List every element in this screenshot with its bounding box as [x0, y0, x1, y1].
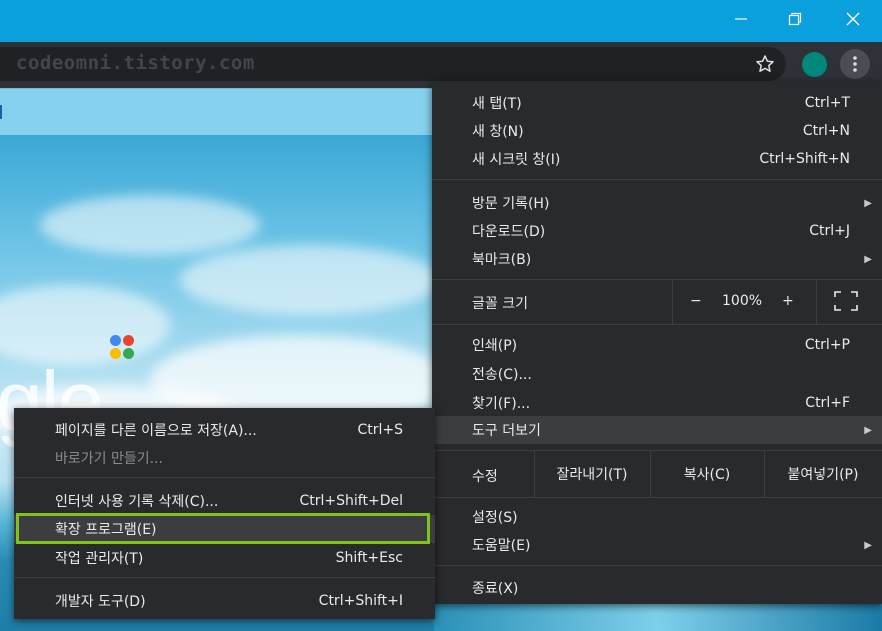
fullscreen-icon — [834, 291, 858, 311]
zoom-divider — [816, 280, 817, 324]
chrome-main-menu: 새 탭(T) Ctrl+T 새 창(N) Ctrl+N 새 시크릿 창(I) C… — [432, 81, 882, 604]
menu-item-new-incognito[interactable]: 새 시크릿 창(I) Ctrl+Shift+N — [432, 145, 882, 173]
menu-item-label: 다운로드(D) — [472, 224, 546, 240]
menu-item-new-tab[interactable]: 새 탭(T) Ctrl+T — [432, 89, 882, 117]
zoom-out-button[interactable]: − — [690, 293, 702, 309]
minimize-icon — [735, 18, 747, 20]
bookmark-star-button[interactable] — [752, 47, 778, 81]
zoom-label: 글꼴 크기 — [472, 296, 528, 312]
zoom-row: 글꼴 크기 − 100% + — [432, 280, 882, 324]
menu-item-label: 페이지를 다른 이름으로 저장(A)... — [55, 423, 257, 439]
menu-item-label: 인터넷 사용 기록 삭제(C)... — [55, 494, 219, 510]
apps-icon[interactable] — [110, 335, 136, 361]
menu-item-history[interactable]: 방문 기록(H) ▶ — [432, 189, 882, 217]
url-text: codeomni.tistory.com — [16, 52, 255, 74]
menu-item-shortcut: Ctrl+S — [357, 422, 403, 438]
menu-item-shortcut: Ctrl+P — [804, 337, 850, 353]
submenu-item-clear-browsing-data[interactable]: 인터넷 사용 기록 삭제(C)... Ctrl+Shift+Del — [14, 487, 435, 515]
zoom-divider — [672, 280, 673, 324]
submenu-arrow-icon: ▶ — [864, 539, 872, 551]
cloud — [40, 195, 260, 255]
cloud — [180, 245, 434, 315]
menu-item-cast[interactable]: 전송(C)... — [432, 360, 882, 388]
kebab-menu-icon — [853, 56, 857, 72]
menu-item-label: 도구 더보기 — [472, 423, 541, 439]
close-icon — [846, 12, 860, 26]
submenu-item-save-page[interactable]: 페이지를 다른 이름으로 저장(A)... Ctrl+S — [14, 416, 435, 444]
bookmark-edge — [0, 105, 2, 119]
zoom-in-button[interactable]: + — [782, 293, 794, 309]
close-window-button[interactable] — [824, 0, 882, 38]
menu-item-label: 설정(S) — [472, 510, 518, 526]
extension-avatar[interactable] — [802, 52, 827, 77]
copy-button[interactable]: 복사(C) — [650, 451, 764, 497]
menu-separator — [432, 565, 882, 566]
menu-item-shortcut: Ctrl+F — [805, 395, 850, 411]
menu-item-label: 바로가기 만들기... — [55, 451, 163, 467]
menu-item-shortcut: Shift+Esc — [335, 550, 403, 566]
menu-separator — [14, 477, 435, 478]
menu-item-label: 찾기(F)... — [472, 396, 531, 412]
edit-row: 수정 잘라내기(T) 복사(C) 붙여넣기(P) — [432, 451, 882, 497]
menu-item-label: 개발자 도구(D) — [55, 594, 146, 610]
submenu-item-developer-tools[interactable]: 개발자 도구(D) Ctrl+Shift+I — [14, 587, 435, 615]
fullscreen-button[interactable] — [834, 291, 858, 315]
bookmark-bar — [0, 88, 434, 135]
zoom-level: 100% — [722, 293, 763, 309]
highlight-annotation-box — [16, 513, 430, 544]
menu-item-new-window[interactable]: 새 창(N) Ctrl+N — [432, 117, 882, 145]
submenu-arrow-icon: ▶ — [864, 424, 872, 436]
submenu-arrow-icon: ▶ — [864, 197, 872, 209]
menu-item-label: 인쇄(P) — [472, 338, 518, 354]
menu-item-shortcut: Ctrl+J — [809, 223, 850, 239]
paste-button[interactable]: 붙여넣기(P) — [764, 451, 882, 497]
restore-button[interactable] — [766, 0, 824, 38]
menu-item-label: 새 탭(T) — [472, 96, 522, 112]
menu-item-shortcut: Ctrl+N — [802, 123, 850, 139]
menu-item-label: 새 시크릿 창(I) — [472, 152, 561, 168]
menu-item-shortcut: Ctrl+Shift+N — [759, 151, 850, 167]
menu-item-label: 방문 기록(H) — [472, 196, 550, 212]
submenu-item-create-shortcut: 바로가기 만들기... — [14, 444, 435, 472]
menu-item-shortcut: Ctrl+Shift+I — [318, 593, 403, 609]
menu-item-downloads[interactable]: 다운로드(D) Ctrl+J — [432, 217, 882, 245]
menu-item-label: 도움말(E) — [472, 538, 531, 554]
menu-item-label: 북마크(B) — [472, 252, 532, 268]
menu-separator — [14, 577, 435, 578]
star-icon — [756, 55, 774, 72]
restore-icon — [788, 12, 802, 26]
menu-item-shortcut: Ctrl+Shift+Del — [299, 493, 403, 509]
page-background-strip — [434, 604, 882, 631]
menu-item-more-tools[interactable]: 도구 더보기 ▶ — [432, 416, 882, 444]
menu-item-find[interactable]: 찾기(F)... Ctrl+F — [432, 389, 882, 417]
menu-item-label: 전송(C)... — [472, 367, 532, 383]
chrome-menu-button[interactable] — [840, 49, 870, 79]
cut-button[interactable]: 잘라내기(T) — [534, 451, 650, 497]
minimize-button[interactable] — [712, 0, 770, 38]
menu-separator — [432, 497, 882, 498]
menu-item-exit[interactable]: 종료(X) — [432, 574, 882, 602]
menu-item-label: 새 창(N) — [472, 124, 524, 140]
menu-item-help[interactable]: 도움말(E) ▶ — [432, 531, 882, 559]
menu-item-label: 작업 관리자(T) — [55, 551, 144, 567]
title-bar — [0, 0, 882, 42]
submenu-item-task-manager[interactable]: 작업 관리자(T) Shift+Esc — [14, 544, 435, 572]
edit-label: 수정 — [472, 469, 498, 485]
address-bar[interactable]: codeomni.tistory.com — [0, 47, 786, 81]
menu-item-label: 종료(X) — [472, 581, 519, 597]
submenu-arrow-icon: ▶ — [864, 253, 872, 265]
menu-item-bookmarks[interactable]: 북마크(B) ▶ — [432, 245, 882, 273]
menu-item-shortcut: Ctrl+T — [804, 95, 850, 111]
menu-separator — [432, 179, 882, 180]
menu-item-print[interactable]: 인쇄(P) Ctrl+P — [432, 331, 882, 359]
menu-separator — [432, 324, 882, 325]
menu-item-settings[interactable]: 설정(S) — [432, 503, 882, 531]
